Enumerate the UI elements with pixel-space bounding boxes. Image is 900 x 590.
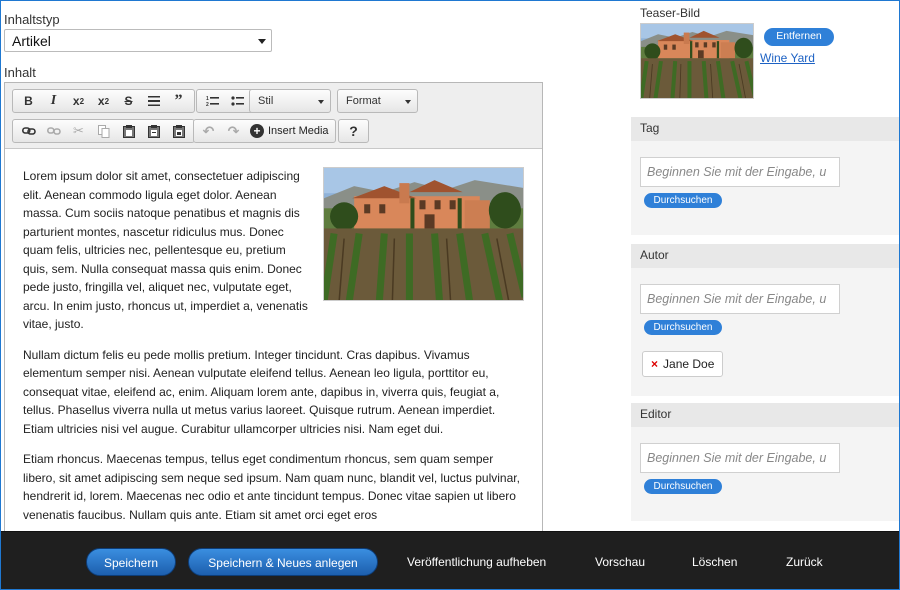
content-type-select[interactable]: Artikel (4, 29, 272, 52)
paragraph: Etiam rhoncus. Maecenas tempus, tellus e… (23, 452, 520, 522)
back-button[interactable]: Zurück (786, 555, 823, 569)
author-chip-label: Jane Doe (663, 357, 715, 371)
format-dropdown[interactable]: Format (337, 89, 418, 113)
subscript-icon[interactable]: x2 (66, 90, 91, 112)
editor-search-input[interactable]: Beginnen Sie mit der Eingabe, u (640, 443, 840, 473)
remove-teaser-button[interactable]: Entfernen (764, 28, 834, 46)
tag-panel-title: Tag (631, 117, 899, 141)
blockquote-icon[interactable]: ” (166, 90, 191, 112)
author-chip: × Jane Doe (642, 351, 724, 377)
tag-search-input[interactable]: Beginnen Sie mit der Eingabe, u (640, 157, 840, 187)
horizontal-rule-icon[interactable] (141, 90, 166, 112)
content-image[interactable] (323, 167, 524, 301)
history-button-group: ↶ ↷ + Insert Media (193, 119, 336, 143)
svg-text:2: 2 (206, 102, 209, 107)
italic-icon[interactable]: I (41, 90, 66, 112)
teaser-image-link[interactable]: Wine Yard (760, 51, 815, 65)
paste-icon[interactable] (116, 120, 141, 142)
list-button-group: 12 (196, 89, 254, 113)
delete-button[interactable]: Löschen (692, 555, 737, 569)
style-dropdown-label: Stil (258, 95, 274, 107)
preview-button[interactable]: Vorschau (595, 555, 645, 569)
chevron-down-icon (318, 100, 324, 104)
content-label: Inhalt (4, 65, 36, 80)
edit-button-group: ✂ (12, 119, 195, 143)
editor-content[interactable]: Lorem ipsum dolor sit amet, consectetuer… (5, 149, 542, 524)
editor-panel-title: Editor (631, 403, 899, 427)
author-search-input[interactable]: Beginnen Sie mit der Eingabe, u (640, 284, 840, 314)
author-search-button[interactable]: Durchsuchen (644, 320, 722, 335)
bullet-list-icon[interactable] (225, 90, 250, 112)
content-type-label: Inhaltstyp (4, 12, 60, 27)
help-button-group: ? (338, 119, 369, 143)
superscript-icon[interactable]: x2 (91, 90, 116, 112)
action-footer: Speichern Speichern & Neues anlegen Verö… (1, 531, 899, 589)
redo-icon[interactable]: ↷ (221, 120, 246, 142)
format-button-group: B I x2 x2 S ” (12, 89, 195, 113)
editor-panel: Editor Beginnen Sie mit der Eingabe, u D… (631, 403, 899, 521)
editor-toolbar: B I x2 x2 S ” 12 Stil Format ✂ ↶ ↷ + Ins… (5, 83, 542, 149)
plus-circle-icon: + (250, 124, 264, 138)
unlink-icon[interactable] (41, 120, 66, 142)
insert-media-label: Insert Media (268, 125, 329, 137)
undo-icon[interactable]: ↶ (196, 120, 221, 142)
bold-icon[interactable]: B (16, 90, 41, 112)
editor-search-button[interactable]: Durchsuchen (644, 479, 722, 494)
teaser-image-label: Teaser-Bild (640, 6, 701, 20)
copy-icon[interactable] (91, 120, 116, 142)
style-dropdown[interactable]: Stil (249, 89, 331, 113)
numbered-list-icon[interactable]: 12 (200, 90, 225, 112)
strikethrough-icon[interactable]: S (116, 90, 141, 112)
paste-text-icon[interactable] (141, 120, 166, 142)
format-dropdown-label: Format (346, 95, 381, 107)
insert-media-button[interactable]: + Insert Media (246, 120, 333, 142)
chevron-down-icon (258, 39, 266, 44)
unpublish-button[interactable]: Veröffentlichung aufheben (407, 555, 546, 569)
content-type-value: Artikel (12, 33, 51, 49)
tag-panel: Tag Beginnen Sie mit der Eingabe, u Durc… (631, 117, 899, 235)
rich-text-editor: B I x2 x2 S ” 12 Stil Format ✂ ↶ ↷ + Ins… (4, 82, 543, 542)
remove-x-icon[interactable]: × (651, 357, 658, 371)
save-button[interactable]: Speichern (86, 548, 176, 576)
author-panel: Autor Beginnen Sie mit der Eingabe, u Du… (631, 244, 899, 396)
save-and-new-button[interactable]: Speichern & Neues anlegen (188, 548, 378, 576)
chevron-down-icon (405, 100, 411, 104)
author-panel-title: Autor (631, 244, 899, 268)
paragraph: Nullam dictum felis eu pede mollis preti… (23, 347, 500, 436)
help-icon[interactable]: ? (341, 120, 366, 142)
tag-search-button[interactable]: Durchsuchen (644, 193, 722, 208)
paste-word-icon[interactable] (166, 120, 191, 142)
link-icon[interactable] (16, 120, 41, 142)
teaser-image[interactable] (640, 23, 754, 99)
cut-icon[interactable]: ✂ (66, 120, 91, 142)
